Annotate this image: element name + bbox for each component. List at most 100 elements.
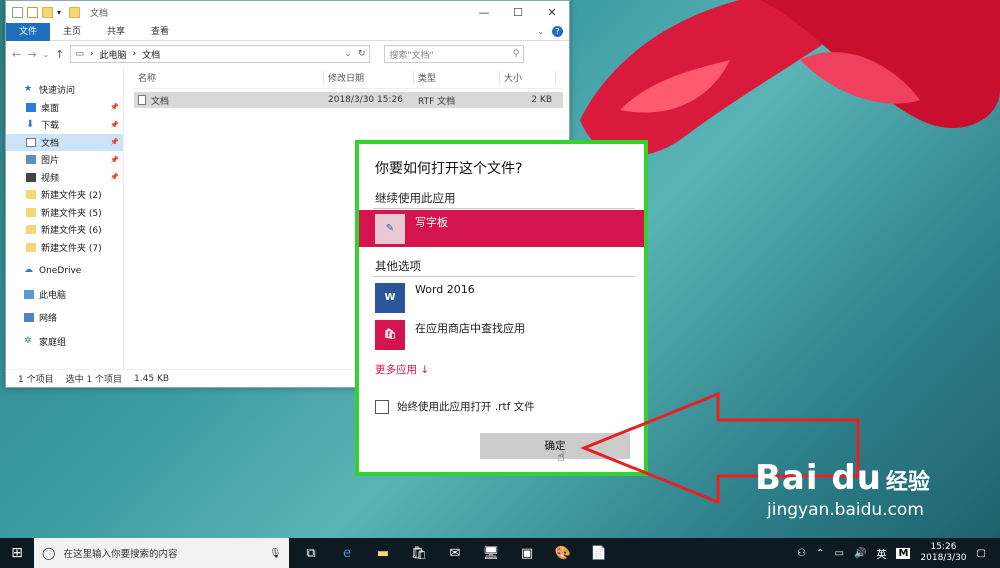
task-view-icon[interactable]: ⧉ [293, 538, 329, 568]
breadcrumb-this-pc[interactable]: 此电脑 [99, 48, 126, 61]
more-apps-link[interactable]: 更多应用 ↓ [375, 362, 429, 377]
nav-label: 家庭组 [39, 337, 67, 348]
volume-icon[interactable]: 🔊 [854, 548, 866, 559]
network-icon[interactable]: ▭ [835, 548, 844, 559]
app-name: Word 2016 [415, 283, 475, 296]
forward-arrow-icon[interactable]: → [27, 48, 36, 61]
checkmark-icon[interactable] [27, 6, 38, 18]
app-option-store[interactable]: 🛍 在应用商店中查找应用 [359, 316, 644, 353]
chevron-up-icon[interactable]: ⌃ [816, 548, 824, 559]
notification-icon[interactable]: ▢ [977, 548, 986, 559]
dialog-question: 你要如何打开这个文件? [375, 161, 523, 177]
tab-file[interactable]: 文件 [6, 22, 51, 41]
video-icon [26, 172, 36, 182]
always-use-label: 始终使用此应用打开 .rtf 文件 [397, 401, 535, 413]
nav-network[interactable]: 网络 [6, 309, 123, 327]
tab-share[interactable]: 共享 [94, 23, 138, 41]
app-option-wordpad[interactable]: ✎ 写字板 [359, 210, 644, 247]
nav-pictures[interactable]: 图片 📌 [6, 151, 123, 169]
nav-folder-2[interactable]: 新建文件夹 (2) [6, 186, 123, 204]
column-name[interactable]: 名称 [134, 71, 324, 84]
nav-downloads[interactable]: ⬇ 下载 📌 [6, 116, 123, 134]
recent-dropdown-icon[interactable]: ⌄ [42, 50, 49, 59]
search-placeholder: 在这里输入你要搜索的内容 [63, 549, 178, 560]
nav-this-pc[interactable]: 此电脑 [6, 286, 123, 304]
nav-videos[interactable]: 视频 📌 [6, 169, 123, 187]
tab-home[interactable]: 主页 [50, 23, 94, 41]
expand-ribbon-icon[interactable]: ⌄ [537, 27, 544, 36]
nav-folder-5[interactable]: 新建文件夹 (5) [6, 204, 123, 222]
nav-homegroup[interactable]: ✲ 家庭组 [6, 333, 123, 351]
microphone-icon[interactable]: 🎙 [269, 548, 281, 559]
computer-icon [24, 289, 34, 299]
file-row[interactable]: 文档 2018/3/30 15:26 RTF 文档 2 KB [134, 92, 563, 108]
tab-view[interactable]: 查看 [138, 23, 182, 41]
folder-icon[interactable] [42, 6, 53, 18]
maximize-button[interactable]: ☐ [501, 6, 535, 19]
pin-icon[interactable]: 📌 [110, 103, 119, 111]
app-name: 在应用商店中查找应用 [415, 322, 525, 335]
pin-icon[interactable]: 📌 [110, 138, 119, 146]
column-headers: 名称 修改日期 类型 大小 [134, 67, 563, 89]
selected-count: 选中 1 个项目 [65, 375, 123, 385]
file-explorer-icon[interactable]: ▬ [365, 538, 401, 568]
breadcrumb-documents[interactable]: 文档 [142, 48, 160, 61]
always-use-option[interactable]: 始终使用此应用打开 .rtf 文件 [375, 399, 535, 414]
properties-icon[interactable] [12, 6, 23, 18]
nav-folder-6[interactable]: 新建文件夹 (6) [6, 221, 123, 239]
help-icon[interactable]: ? [552, 26, 563, 37]
star-icon: ★ [24, 84, 33, 95]
store-icon[interactable]: 🛍 [401, 538, 437, 568]
refresh-icon[interactable]: ↻ [358, 49, 366, 59]
ime-indicator[interactable]: 英 [876, 546, 886, 561]
column-size[interactable]: 大小 [500, 71, 556, 84]
nav-quick-access[interactable]: ★ 快速访问 [6, 81, 123, 99]
photos-icon[interactable]: ▣ [509, 538, 545, 568]
nav-documents[interactable]: 文档 📌 [6, 133, 123, 151]
search-placeholder: 搜索"文档" [389, 50, 434, 61]
taskbar-search-box[interactable]: ◯ 在这里输入你要搜索的内容 🎙 [34, 538, 289, 568]
remote-desktop-icon[interactable]: 🖥 [473, 538, 509, 568]
pin-icon[interactable]: 📌 [110, 121, 119, 129]
file-name: 文档 [151, 96, 170, 107]
word-icon: W [375, 282, 405, 313]
column-type[interactable]: 类型 [414, 71, 500, 84]
minimize-button[interactable]: — [467, 6, 501, 19]
paint-icon[interactable]: 🎨 [545, 538, 581, 568]
folder-icon [26, 225, 36, 235]
search-input[interactable]: 搜索"文档" ⚲ [384, 45, 525, 63]
continue-section-heading: 继续使用此应用 [375, 191, 456, 205]
app-option-word[interactable]: W Word 2016 [359, 279, 644, 316]
mail-icon[interactable]: ✉ [437, 538, 473, 568]
up-arrow-icon[interactable]: ↑ [55, 48, 64, 61]
ribbon-tabs: 文件 主页 共享 查看 ⌄ ? [6, 22, 569, 41]
title-bar: ▾ 文档 — ☐ ✕ [6, 1, 569, 23]
close-button[interactable]: ✕ [535, 6, 569, 19]
document-icon [26, 137, 36, 147]
nav-label: 网络 [39, 314, 58, 325]
store-icon: 🛍 [375, 319, 405, 350]
wordpad-icon: ✎ [375, 213, 405, 244]
dropdown-icon[interactable]: ▾ [57, 8, 61, 17]
ime-mode-indicator[interactable]: M [896, 547, 911, 559]
chevron-down-icon[interactable]: ⌄ [344, 49, 352, 59]
nav-desktop[interactable]: 桌面 📌 [6, 99, 123, 117]
people-icon[interactable]: ⚇ [797, 548, 806, 559]
folder-icon [26, 190, 36, 200]
nav-label: OneDrive [39, 265, 82, 276]
nav-folder-7[interactable]: 新建文件夹 (7) [6, 239, 123, 257]
wordpad-icon[interactable]: 📄 [581, 538, 617, 568]
column-modified[interactable]: 修改日期 [324, 71, 414, 84]
address-bar[interactable]: ▭ › 此电脑 › 文档 ⌄ ↻ [70, 45, 371, 63]
baidu-url: jingyan.baidu.com [767, 500, 924, 520]
windows-start-icon[interactable]: ⊞ [0, 538, 34, 568]
folder-icon [26, 242, 36, 252]
pin-icon[interactable]: 📌 [110, 173, 119, 181]
pin-icon[interactable]: 📌 [110, 156, 119, 164]
back-arrow-icon[interactable]: ← [12, 48, 21, 61]
cloud-icon: ☁ [24, 265, 33, 276]
always-use-checkbox[interactable] [375, 399, 389, 414]
clock[interactable]: 15:26 2018/3/30 [920, 542, 966, 564]
edge-icon[interactable]: e [329, 538, 365, 568]
nav-onedrive[interactable]: ☁ OneDrive [6, 262, 123, 280]
